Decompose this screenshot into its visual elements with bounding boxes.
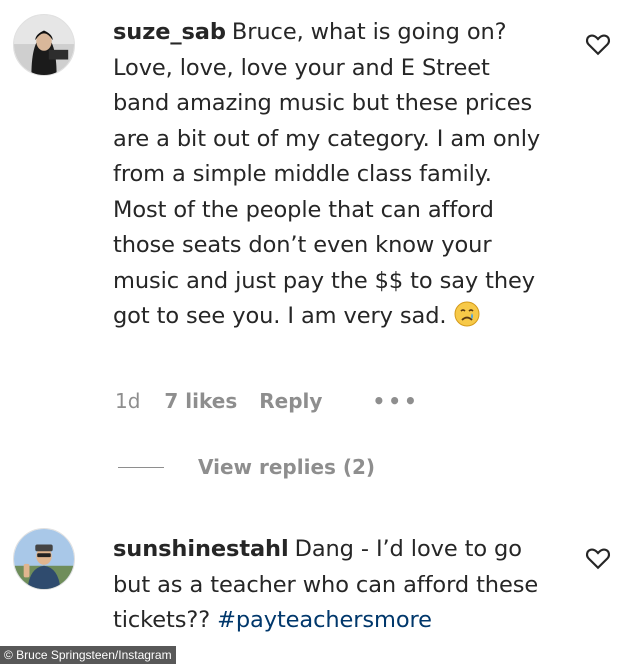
hashtag-link[interactable]: #payteachersmore — [217, 607, 432, 633]
view-replies-label: View replies (2) — [198, 455, 376, 479]
comment-body: suze_sab Bruce, what is going on? Love, l… — [113, 15, 543, 335]
avatar[interactable] — [13, 528, 75, 590]
more-options-icon[interactable]: ••• — [372, 391, 419, 411]
user-photo-icon — [14, 15, 74, 75]
comment-text: Bruce, what is going on? Love, love, lov… — [113, 19, 541, 329]
user-photo-icon — [14, 529, 74, 589]
heart-like-icon[interactable] — [585, 32, 611, 56]
avatar[interactable] — [13, 14, 75, 76]
comment-meta: 1d 7 likes Reply ••• — [115, 386, 420, 416]
view-replies-button[interactable]: View replies (2) — [118, 452, 375, 482]
username[interactable]: sunshinestahl — [113, 536, 289, 562]
timestamp: 1d — [115, 389, 141, 413]
crying-face-icon — [454, 301, 479, 327]
heart-like-icon[interactable] — [585, 546, 611, 570]
photo-credit: © Bruce Springsteen/Instagram — [0, 646, 176, 664]
comment-body: sunshinestahl Dang - I’d love to go but a… — [113, 532, 543, 639]
divider-line — [118, 466, 164, 468]
likes-count[interactable]: 7 likes — [164, 389, 237, 413]
username[interactable]: suze_sab — [113, 19, 226, 45]
reply-button[interactable]: Reply — [259, 389, 322, 413]
